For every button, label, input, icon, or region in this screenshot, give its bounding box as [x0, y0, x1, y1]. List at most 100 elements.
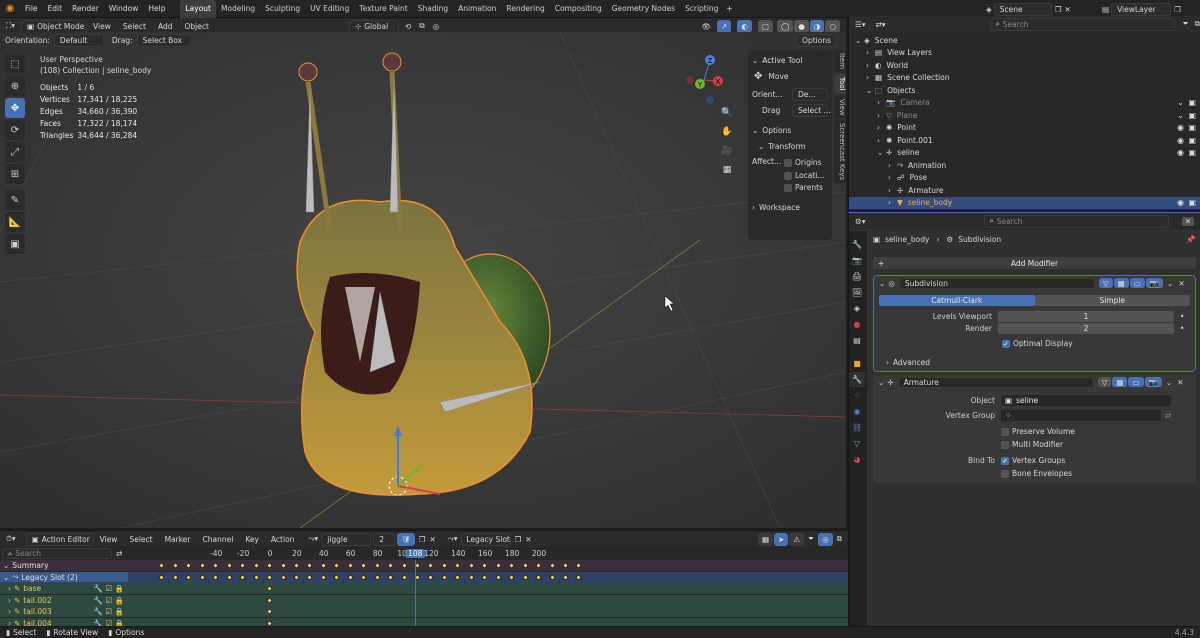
- 3d-viewport[interactable]: ⬚ ⊕ ✥ ⟳ ⤢ ⊞ ✎ 📐 ▣ User Perspective (108)…: [0, 32, 846, 528]
- outliner-item[interactable]: › ▦ Scene Collection: [849, 72, 1200, 85]
- keyframe[interactable]: [561, 573, 569, 581]
- keyframe[interactable]: [521, 573, 529, 581]
- chevron-right-icon[interactable]: ›: [8, 584, 11, 593]
- orient-dropdown[interactable]: De...: [792, 88, 828, 101]
- keyframe[interactable]: [494, 561, 502, 570]
- render-toggle-icon[interactable]: ▣: [1188, 98, 1196, 107]
- action-name-field[interactable]: jiggle: [321, 532, 372, 546]
- edit-mode-icon[interactable]: ▽: [1097, 377, 1112, 387]
- camera-view-icon[interactable]: 🎥: [720, 144, 734, 158]
- current-frame-indicator[interactable]: 108: [405, 549, 426, 558]
- only-selected-icon[interactable]: ▦: [757, 532, 774, 546]
- action-editor-mode-dropdown[interactable]: ▣ Action Editor: [25, 532, 94, 546]
- copy-icon[interactable]: ❐: [1055, 5, 1062, 14]
- keyframe[interactable]: [387, 573, 395, 581]
- add-cube-tool-icon[interactable]: ▣: [5, 234, 25, 254]
- tab-geometry-nodes[interactable]: Geometry Nodes: [607, 0, 680, 18]
- channel-row[interactable]: › ✎ tail.003 🔧 ☑ 🔒: [0, 606, 848, 617]
- keyframe[interactable]: [185, 573, 193, 581]
- editor-type-icon[interactable]: ⛶▾: [0, 21, 21, 31]
- outliner-item[interactable]: › ✢ Armature: [849, 184, 1200, 197]
- affect-origins-checkbox[interactable]: Origins: [784, 157, 825, 170]
- tab-item[interactable]: Item: [834, 50, 846, 72]
- affect-parents-checkbox[interactable]: Parents: [784, 182, 825, 195]
- keyframe-dot-icon[interactable]: •: [1180, 324, 1184, 333]
- keyframe[interactable]: [306, 573, 314, 581]
- mode-dropdown[interactable]: ▣ Object Mode: [21, 19, 88, 33]
- chevron-right-icon[interactable]: ›: [888, 161, 897, 170]
- tab-scripting[interactable]: Scripting: [680, 0, 723, 18]
- keyframe[interactable]: [198, 561, 206, 570]
- tab-texture-paint[interactable]: Texture Paint: [354, 0, 412, 18]
- optimal-display-checkbox[interactable]: ✓ Optimal Display: [1002, 339, 1195, 348]
- outliner-item[interactable]: › ☍ Pose: [849, 172, 1200, 185]
- keyframe[interactable]: [387, 561, 395, 570]
- keyframe[interactable]: [171, 573, 179, 581]
- outliner-item[interactable]: › ▤ View Layers: [849, 47, 1200, 60]
- outliner-item[interactable]: › ✺ Point.001 ◉ ▣: [849, 134, 1200, 147]
- eye-icon[interactable]: ⌄: [1177, 98, 1184, 107]
- action-users-count[interactable]: 2: [373, 532, 396, 546]
- menu-edit[interactable]: Edit: [43, 0, 68, 18]
- preserve-volume-checkbox[interactable]: Preserve Volume: [1001, 427, 1196, 436]
- dopesheet-editor-icon[interactable]: ⏱▾: [0, 534, 22, 544]
- chevron-right-icon[interactable]: ›: [866, 48, 875, 57]
- cage-icon[interactable]: ▦: [1113, 278, 1129, 288]
- keyframe[interactable]: [360, 561, 368, 570]
- render-toggle-icon[interactable]: ▣: [1188, 198, 1196, 207]
- chevron-down-icon[interactable]: ⌄: [866, 86, 875, 95]
- keyframe[interactable]: [279, 573, 287, 581]
- copy-icon[interactable]: ❐: [515, 535, 522, 544]
- keyframe[interactable]: [481, 561, 489, 570]
- chevron-down-icon[interactable]: ⌄: [878, 378, 884, 387]
- render-tab-icon[interactable]: 📷: [849, 253, 865, 268]
- chevron-down-icon[interactable]: ⌄: [879, 279, 885, 288]
- transform-header[interactable]: ⌄ Transform: [748, 135, 832, 151]
- channel-toggles-icon[interactable]: 🔧 ☑ 🔒: [94, 607, 124, 616]
- dropdown-icon[interactable]: ⌄: [1167, 279, 1173, 288]
- keyframe[interactable]: [454, 561, 462, 570]
- render-toggle-icon[interactable]: ▣: [1188, 136, 1196, 145]
- outliner-item[interactable]: › ◐ World: [849, 59, 1200, 72]
- select-box-tool-icon[interactable]: ⬚: [5, 54, 25, 74]
- vertex-groups-checkbox[interactable]: ✓ Vertex Groups: [1001, 456, 1065, 465]
- keyframe[interactable]: [534, 573, 543, 581]
- keyframe[interactable]: [400, 573, 408, 581]
- render-levels-field[interactable]: 2: [998, 323, 1174, 334]
- drag-dropdown[interactable]: Select Box: [136, 34, 191, 47]
- zoom-icon[interactable]: 🔍: [720, 106, 734, 120]
- navigation-gizmo[interactable]: Z X Y: [682, 54, 726, 104]
- keyframe[interactable]: [292, 561, 300, 570]
- close-icon[interactable]: ✕: [525, 535, 531, 544]
- simple-button[interactable]: Simple: [1034, 295, 1190, 306]
- close-icon[interactable]: ✕: [429, 535, 435, 544]
- menu-action[interactable]: Action: [265, 535, 301, 544]
- tab-screencast-keys[interactable]: Screencast Keys: [834, 120, 846, 184]
- menu-view[interactable]: View: [94, 535, 124, 544]
- tab-uv-editing[interactable]: UV Editing: [305, 0, 354, 18]
- rendered-shading-icon[interactable]: ○: [825, 19, 840, 33]
- xray-icon[interactable]: ▢: [757, 19, 773, 33]
- keyframe[interactable]: [252, 561, 260, 570]
- chevron-right-icon[interactable]: ›: [866, 73, 875, 82]
- chevron-right-icon[interactable]: ›: [877, 123, 886, 132]
- eye-icon[interactable]: ⌄: [1177, 111, 1184, 120]
- menu-add[interactable]: Add: [152, 22, 179, 31]
- keyframe[interactable]: [561, 561, 569, 570]
- keyframe[interactable]: [548, 573, 556, 581]
- annotate-tool-icon[interactable]: ✎: [5, 190, 25, 210]
- keyframe[interactable]: [333, 561, 341, 570]
- gizmo-toggle-icon[interactable]: ↗: [717, 19, 732, 33]
- properties-editor-icon[interactable]: ⚙▾: [849, 217, 872, 226]
- menu-file[interactable]: File: [20, 0, 43, 18]
- channel-row[interactable]: › ✎ base 🔧 ☑ 🔒: [0, 583, 848, 594]
- keyframe[interactable]: [333, 573, 341, 581]
- material-tab-icon[interactable]: ◕: [849, 452, 865, 467]
- keyframe[interactable]: [548, 561, 556, 570]
- catmull-clark-button[interactable]: Catmull-Clark: [879, 295, 1035, 306]
- keyframe[interactable]: [346, 561, 354, 570]
- outliner-item[interactable]: ⌄ ◈ Scene: [849, 34, 1200, 47]
- menu-key[interactable]: Key: [239, 535, 265, 544]
- chevron-down-icon[interactable]: ⌄: [855, 36, 864, 45]
- channel-toggles-icon[interactable]: 🔧 ☑ 🔒: [94, 596, 124, 605]
